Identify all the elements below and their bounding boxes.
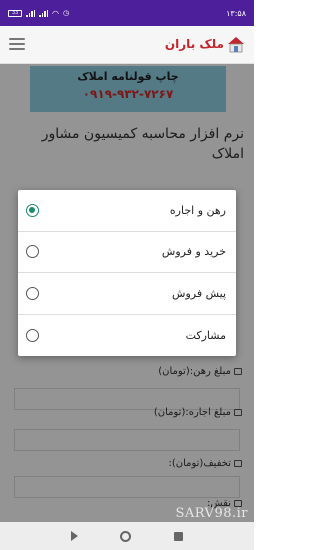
option-label: مشارکت (185, 328, 226, 342)
radio-selected-icon[interactable] (26, 203, 39, 217)
alarm-icon: ◷ (62, 9, 70, 17)
recent-apps-icon[interactable] (173, 531, 183, 541)
hamburger-menu-icon[interactable] (8, 36, 26, 52)
watermark: SARV98.ir (175, 506, 248, 521)
system-nav-bar (0, 522, 254, 550)
option-label: خرید و فروش (161, 245, 226, 259)
house-logo-icon (228, 37, 244, 53)
option-mosharekat[interactable]: مشارکت (18, 315, 236, 357)
logo[interactable]: ملک باران (165, 32, 246, 56)
app-header: ملک باران (0, 26, 254, 64)
status-time: ۱۳:۵۸ (226, 8, 246, 18)
battery-icon: 33 (8, 9, 22, 17)
status-bar: 33 ◠ ◷ ۱۳:۵۸ (0, 0, 254, 26)
back-icon[interactable] (71, 531, 79, 541)
option-label: پیش فروش (172, 286, 226, 300)
signal-icon-2 (39, 9, 48, 17)
option-rahn-ejare[interactable]: رهن و اجاره (18, 190, 236, 232)
option-label: رهن و اجاره (169, 203, 226, 217)
logo-text: ملک باران (164, 37, 224, 51)
radio-icon[interactable] (26, 286, 39, 300)
option-kharid-forush[interactable]: خرید و فروش (18, 232, 236, 273)
transaction-type-dialog: رهن و اجاره خرید و فروش پیش فروش مشارکت (18, 190, 236, 356)
home-icon[interactable] (120, 530, 132, 542)
wifi-icon: ◠ (52, 8, 59, 18)
radio-icon[interactable] (26, 245, 39, 259)
signal-icon (26, 9, 35, 17)
option-pish-forush[interactable]: پیش فروش (18, 273, 236, 315)
radio-icon[interactable] (26, 328, 39, 342)
